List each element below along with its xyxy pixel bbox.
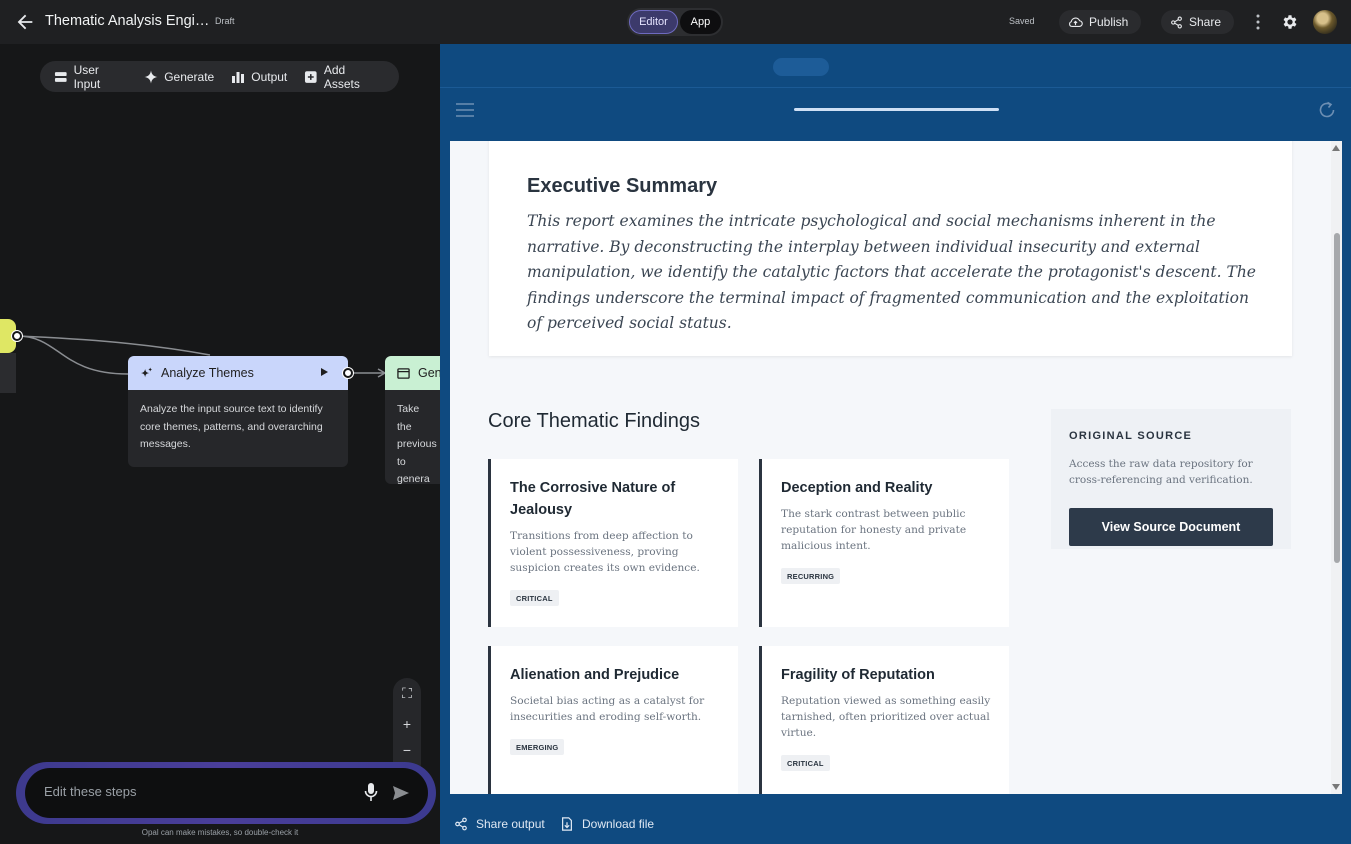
report-document[interactable]: Executive Summary This report examines t… (450, 141, 1342, 794)
edit-steps-input[interactable]: Edit these steps (25, 768, 428, 818)
executive-summary-card: Executive Summary This report examines t… (489, 141, 1292, 356)
finding-card: Fragility of Reputation Reputation viewe… (759, 646, 1009, 794)
status-badge: RECURRING (781, 568, 841, 584)
share-button[interactable]: Share (1161, 10, 1234, 34)
share-label: Share (1189, 15, 1222, 29)
generate-node-description: Take the previous to genera HTML do (397, 403, 437, 484)
share-icon (1171, 16, 1182, 28)
finding-title: The Corrosive Nature of Jealousy (510, 480, 676, 518)
top-bar: Thematic Analysis Engi… Draft Editor App… (0, 0, 1351, 44)
finding-description: Societal bias acting as a catalyst for i… (510, 695, 705, 723)
mode-switch: Editor App (627, 8, 723, 36)
sparkle-icon (140, 366, 153, 377)
finding-card: Deception and Reality The stark contrast… (759, 459, 1009, 627)
disclaimer-text: Opal can make mistakes, so double-check … (141, 828, 299, 837)
preview-footer: Share output Download file (440, 794, 1351, 844)
publish-button[interactable]: Publish (1059, 10, 1141, 34)
finding-card: Alienation and Prejudice Societal bias a… (488, 646, 738, 794)
finding-description: Transitions from deep affection to viole… (510, 530, 700, 574)
app-title[interactable]: Thematic Analysis Engi… (45, 13, 209, 29)
run-step-icon[interactable] (321, 368, 328, 376)
share-output-label: Share output (476, 817, 545, 831)
flow-canvas[interactable]: User Input Generate Output Add Assets An… (0, 44, 440, 844)
scrollbar[interactable] (1331, 141, 1342, 794)
app-mode-button[interactable]: App (679, 10, 721, 34)
analyze-themes-title: Analyze Themes (161, 366, 254, 380)
download-file-button[interactable]: Download file (560, 817, 654, 831)
original-source-panel: ORIGINAL SOURCE Access the raw data repo… (1051, 409, 1291, 549)
menu-icon[interactable] (456, 103, 474, 117)
zoom-out-icon[interactable]: − (393, 742, 421, 758)
avatar[interactable] (1313, 10, 1337, 34)
scroll-up-icon[interactable] (1332, 145, 1340, 151)
preview-tab[interactable] (967, 58, 1023, 76)
finding-title: Alienation and Prejudice (510, 667, 680, 683)
output-port[interactable] (343, 368, 353, 378)
editor-mode-button[interactable]: Editor (629, 10, 678, 34)
status-badge: CRITICAL (781, 755, 830, 771)
send-icon[interactable] (391, 783, 411, 803)
app-preview: Executive Summary This report examines t… (440, 44, 1351, 844)
publish-label: Publish (1089, 15, 1129, 29)
status-badge: EMERGING (510, 739, 565, 755)
preview-tab[interactable] (843, 58, 899, 76)
analyze-themes-description: Analyze the input source text to identif… (140, 403, 323, 450)
generate-node-title: Gen (418, 366, 440, 380)
status-badge: CRITICAL (510, 590, 559, 606)
zoom-in-icon[interactable]: + (393, 716, 421, 732)
executive-summary-title: Executive Summary (527, 175, 718, 197)
user-input-node-body (0, 353, 16, 393)
preview-tab[interactable] (773, 58, 829, 76)
finding-card: The Corrosive Nature of Jealousy Transit… (488, 459, 738, 627)
refresh-icon[interactable] (1317, 100, 1337, 120)
original-source-description: Access the raw data repository for cross… (1069, 458, 1253, 486)
share-output-button[interactable]: Share output (454, 817, 545, 831)
scroll-down-icon[interactable] (1332, 784, 1340, 790)
scrollbar-thumb[interactable] (1334, 233, 1340, 563)
finding-title: Fragility of Reputation (781, 667, 935, 683)
generation-progress-bar (794, 108, 999, 111)
mic-icon[interactable] (363, 782, 379, 802)
back-arrow-icon[interactable] (14, 11, 36, 33)
edit-steps-placeholder: Edit these steps (44, 784, 137, 799)
original-source-label: ORIGINAL SOURCE (1069, 430, 1193, 442)
web-page-icon (397, 367, 410, 379)
cloud-upload-icon (1069, 17, 1083, 27)
draft-badge: Draft (215, 16, 235, 26)
executive-summary-text: This report examines the intricate psych… (527, 212, 1256, 333)
view-source-button[interactable]: View Source Document (1069, 508, 1273, 546)
analyze-themes-header: Analyze Themes (128, 356, 348, 390)
analyze-themes-node[interactable]: Analyze Themes Analyze the input source … (128, 356, 348, 467)
finding-description: Reputation viewed as something easily ta… (781, 695, 991, 739)
finding-description: The stark contrast between public reputa… (781, 508, 967, 552)
gear-icon[interactable] (1281, 13, 1299, 31)
finding-title: Deception and Reality (781, 480, 933, 496)
core-findings-title: Core Thematic Findings (488, 410, 700, 432)
preview-tab-strip (440, 44, 1351, 88)
fit-view-icon[interactable]: ⛶ (393, 685, 421, 702)
output-port[interactable] (12, 331, 22, 341)
generate-node-header: Gen (385, 356, 440, 390)
share-icon (455, 817, 467, 831)
generate-node[interactable]: Gen Take the previous to genera HTML do (385, 356, 440, 484)
download-file-label: Download file (582, 817, 655, 831)
saved-status: Saved (1009, 16, 1035, 26)
file-download-icon (562, 817, 572, 831)
more-options-icon[interactable] (1250, 13, 1266, 31)
